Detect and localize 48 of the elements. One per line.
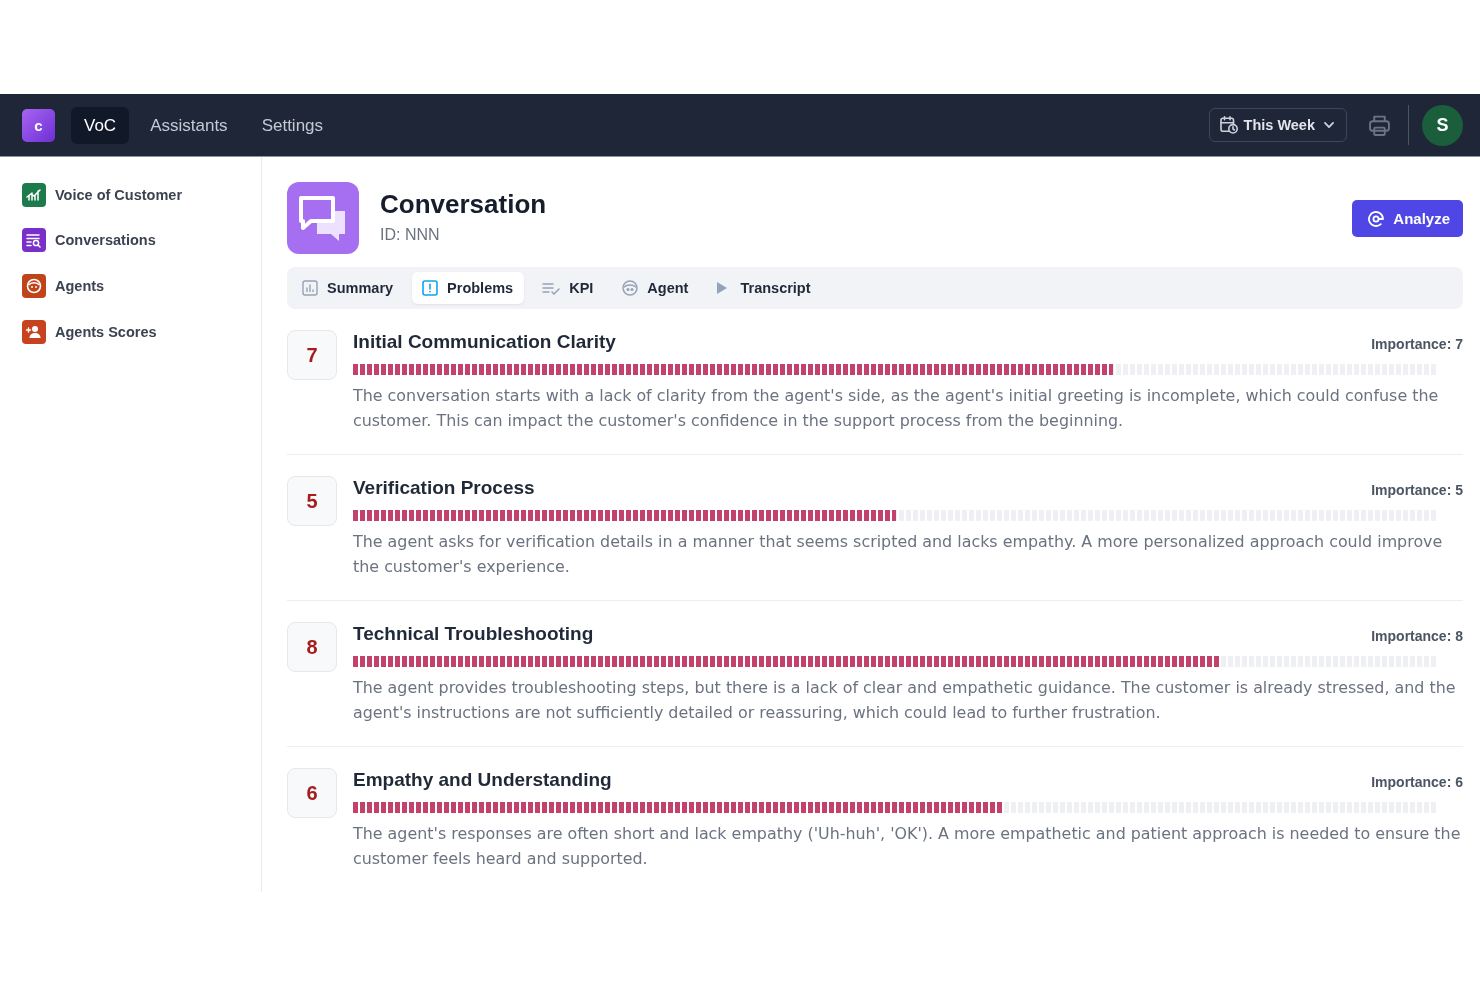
sidebar-label: Agents Scores [55, 323, 157, 340]
nav-tab[interactable]: Assistants [137, 106, 241, 144]
problem-description: The conversation starts with a lack of clarity from the agent's side, as the agent's initial greeting is incomplete, which could confuse the customer. This can impact the customer's confidence in the support process from the beginning. [353, 385, 1440, 432]
chat-bubbles-icon [287, 182, 359, 254]
problem-description: The agent's responses are often short and lack empathy ('Uh-huh', 'OK'). A more empathetic and patient approach is needed to ensure the customer feels heard and supported. [353, 823, 1462, 870]
problem-title: Initial Communication Clarity [353, 331, 616, 353]
score-badge: 6 [287, 768, 337, 818]
problem-description: The agent provides troubleshooting steps, but there is a lack of clear and empathetic guidance. The customer is already stressed, and the agent's instructions are not sufficiently detailed or reassuring, which could lead to further frustration. [353, 677, 1457, 724]
tab[interactable]: Agent [612, 272, 700, 304]
printer-icon[interactable] [1369, 114, 1390, 136]
face-icon [622, 280, 639, 296]
nav-tab[interactable]: Settings [248, 106, 337, 144]
importance-label: Importance: 5 [1371, 482, 1463, 498]
sidebar-item[interactable]: Conversations [22, 217, 261, 264]
problem-title: Technical Troubleshooting [353, 623, 594, 645]
page-title: Conversation [380, 188, 547, 220]
sidebar-item[interactable]: Agents [22, 263, 261, 309]
problem-title: Empathy and Understanding [353, 769, 612, 791]
chevron-down-icon [1324, 122, 1334, 128]
calendar-clock-icon [1219, 116, 1238, 134]
app-logo[interactable]: c [22, 108, 55, 142]
bar-chart-icon [302, 280, 318, 296]
tab[interactable]: KPI [532, 272, 605, 304]
tab[interactable]: Summary [292, 272, 405, 304]
play-icon [717, 282, 728, 294]
sidebar-item[interactable]: Voice of Customer [22, 172, 261, 218]
tab[interactable]: Problems [412, 272, 525, 304]
tab[interactable]: Transcript [707, 272, 822, 304]
alert-icon [422, 280, 439, 296]
user-avatar[interactable]: S [1422, 104, 1463, 146]
sidebar-label: Voice of Customer [55, 186, 183, 203]
importance-label: Importance: 8 [1371, 628, 1463, 644]
sidebar-label: Agents [55, 278, 105, 294]
date-range-dropdown[interactable]: This Week [1208, 108, 1347, 142]
sidebar-item[interactable]: Agents Scores [22, 308, 261, 355]
importance-label: Importance: 6 [1371, 774, 1463, 790]
importance-label: Importance: 7 [1371, 336, 1463, 352]
at-sign-icon [1368, 210, 1385, 227]
analyze-button[interactable]: Analyze [1352, 200, 1463, 237]
sidebar-label: Conversations [55, 232, 156, 249]
problem-title: Verification Process [353, 477, 535, 499]
problem-description: The agent asks for verification details in a manner that seems scripted and lacks empathy. A more personalized approach could improve the customer's experience. [353, 531, 1444, 578]
list-check-icon [542, 281, 561, 295]
conversation-id: ID: NNN [380, 226, 441, 244]
nav-tab[interactable]: VoC [71, 106, 130, 144]
score-badge: 8 [287, 622, 337, 672]
score-badge: 5 [287, 476, 337, 526]
score-badge: 7 [287, 330, 337, 380]
